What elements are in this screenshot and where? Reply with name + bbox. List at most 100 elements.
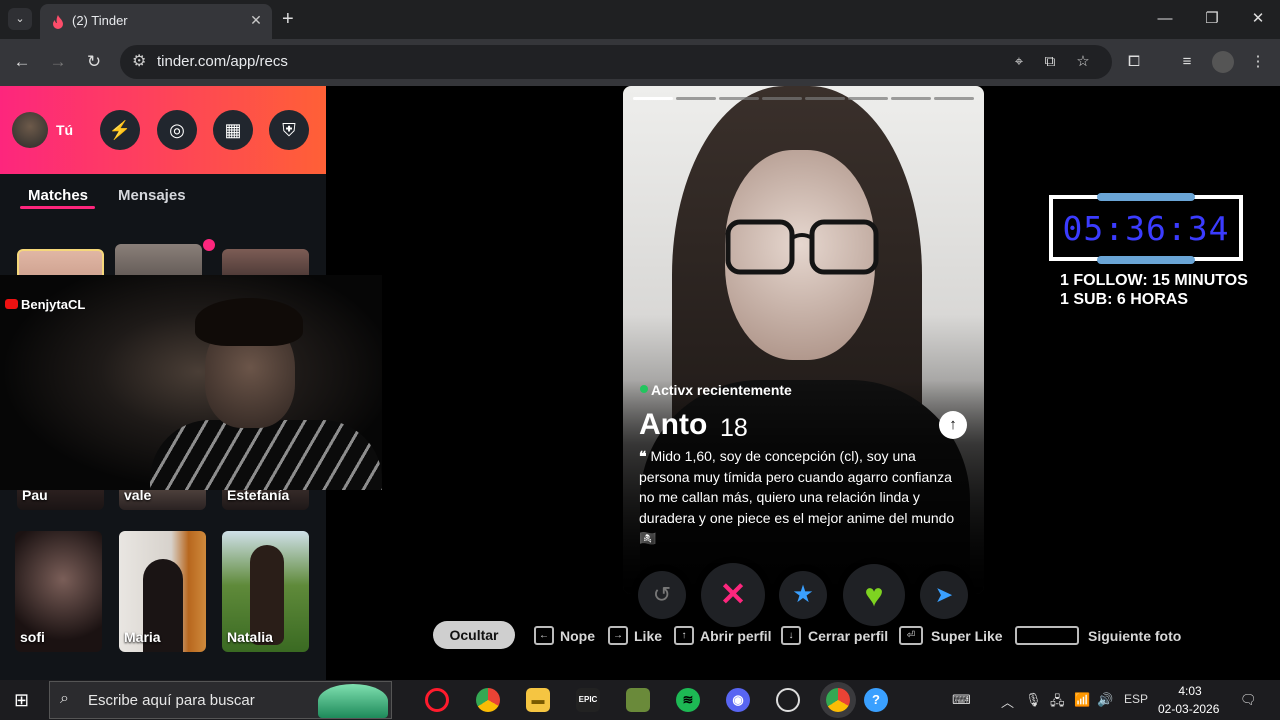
timer-bar-top — [1097, 193, 1195, 201]
minimize-icon[interactable]: — — [1150, 8, 1180, 30]
photo-indicator[interactable] — [676, 97, 716, 100]
site-info-icon[interactable]: ⚙ — [132, 51, 146, 71]
search-placeholder: Escribe aquí para buscar — [88, 692, 255, 709]
left-arrow-key-icon: ← — [534, 626, 554, 645]
match-name: sofi — [20, 629, 45, 645]
epic-games-icon[interactable]: EPIC — [576, 688, 600, 712]
tray-chevron-icon[interactable]: ︿ — [1001, 692, 1014, 711]
new-tab-icon[interactable]: + — [282, 7, 294, 31]
volume-icon[interactable]: 🔊 — [1097, 692, 1113, 708]
photo-indicator[interactable] — [805, 97, 845, 100]
tab-mensajes[interactable]: Mensajes — [118, 187, 186, 204]
help-icon[interactable]: ? — [864, 688, 888, 712]
close-window-icon[interactable]: ✕ — [1243, 8, 1273, 30]
forward-icon[interactable]: → — [46, 51, 70, 73]
right-arrow-key-icon: → — [608, 626, 628, 645]
boost-icon[interactable]: ⚡ — [100, 110, 140, 150]
photo-indicator[interactable] — [848, 97, 888, 100]
bio-text: Mido 1,60, soy de concepción (cl), soy u… — [639, 448, 955, 546]
file-explorer-icon[interactable]: ▬ — [526, 688, 550, 712]
taskbar-search[interactable]: ⌕ Escribe aquí para buscar — [49, 681, 392, 719]
opera-icon[interactable] — [425, 688, 449, 712]
match-name: Maria — [124, 629, 161, 645]
search-icon: ⌕ — [60, 690, 69, 707]
profile-bio: ❝ Mido 1,60, soy de concepción (cl), soy… — [639, 446, 969, 549]
match-name: Natalia — [227, 629, 273, 645]
photo-indicator[interactable] — [762, 97, 802, 100]
photo-indicator[interactable] — [719, 97, 759, 100]
tab-matches[interactable]: Matches — [28, 187, 88, 204]
media-control-icon[interactable]: ≡ — [1176, 52, 1198, 72]
profile-name: Anto — [639, 408, 708, 441]
search-highlight-image — [318, 684, 388, 718]
reload-icon[interactable]: ↻ — [82, 51, 106, 73]
shortcut-nope: Nope — [560, 628, 595, 644]
super-like-button[interactable]: ★ — [779, 571, 827, 619]
boost-send-button[interactable]: ➤ — [920, 571, 968, 619]
profile-avatar-icon[interactable] — [1212, 51, 1234, 73]
photo-glasses — [725, 219, 879, 275]
photo-indicator[interactable] — [633, 97, 673, 100]
network-wifi-icon[interactable]: 📶 — [1074, 692, 1090, 708]
shortcut-like: Like — [634, 628, 663, 644]
like-button[interactable]: ♥ — [843, 564, 905, 626]
obs-icon[interactable] — [776, 688, 800, 712]
notifications-icon[interactable]: 🗨 — [1240, 692, 1257, 708]
address-bar[interactable]: ⚙ tinder.com/app/recs — [120, 45, 1112, 79]
timer-bar-bottom — [1097, 256, 1195, 264]
extensions-icon[interactable]: ⧠ — [1123, 52, 1145, 72]
windows-start-icon[interactable]: ⊞ — [14, 690, 29, 711]
clock-time[interactable]: 4:03 — [1175, 684, 1205, 698]
network-icon[interactable]: 🖧 — [1050, 692, 1065, 714]
quote-icon: ❝ — [639, 448, 651, 464]
chrome-active-icon[interactable] — [826, 688, 850, 712]
safety-shield-icon[interactable]: ⛨ — [269, 110, 309, 150]
back-icon[interactable]: ← — [10, 51, 34, 73]
user-label[interactable]: Tú — [56, 122, 73, 138]
match-card[interactable]: Maria — [119, 531, 206, 652]
sub-rule: 1 SUB: 6 HORAS — [1060, 291, 1189, 308]
up-arrow-key-icon: ↑ — [674, 626, 694, 645]
open-profile-arrow-icon[interactable]: ↑ — [939, 411, 967, 439]
close-tab-icon[interactable]: ✕ — [246, 10, 266, 30]
follow-rule: 1 FOLLOW: 15 MINUTOS — [1060, 272, 1248, 289]
photo-indicator[interactable] — [891, 97, 931, 100]
hide-shortcuts-button[interactable]: Ocultar — [433, 621, 515, 649]
nope-button[interactable]: ✕ — [701, 563, 765, 627]
space-key-icon — [1015, 626, 1079, 645]
microphone-icon[interactable]: 🎙 — [1025, 692, 1042, 708]
youtube-icon — [5, 299, 18, 309]
browser-tab[interactable]: (2) Tinder ✕ — [40, 4, 272, 39]
photo-indicator[interactable] — [934, 97, 974, 100]
tinder-flame-icon — [53, 15, 63, 29]
restore-icon[interactable]: ❐ — [1197, 8, 1227, 30]
down-arrow-key-icon: ↓ — [781, 626, 801, 645]
spotify-icon[interactable]: ≋ — [676, 688, 700, 712]
language-indicator[interactable]: ESP — [1124, 692, 1148, 706]
active-tab-underline — [20, 206, 95, 209]
active-status: Activx recientemente — [651, 382, 792, 398]
location-icon[interactable]: ⌖ — [1008, 52, 1030, 72]
keyboard-icon[interactable]: ⌨ — [952, 692, 971, 708]
chrome-icon[interactable] — [476, 688, 500, 712]
match-card[interactable]: Natalia — [222, 531, 309, 652]
install-app-icon[interactable]: ⧉ — [1039, 52, 1061, 72]
briefcase-icon[interactable]: ▦ — [213, 110, 253, 150]
new-match-dot — [203, 239, 215, 251]
discord-icon[interactable]: ◉ — [726, 688, 750, 712]
clock-date[interactable]: 02-03-2026 — [1158, 702, 1219, 716]
channel-name: BenjytaCL — [21, 297, 86, 312]
explore-compass-icon[interactable]: ◎ — [157, 110, 197, 150]
browser-menu-icon[interactable]: ⋮ — [1247, 52, 1269, 72]
rewind-button[interactable]: ↺ — [638, 571, 686, 619]
webcam-shirt — [150, 420, 382, 490]
minecraft-icon[interactable] — [626, 688, 650, 712]
bookmark-star-icon[interactable]: ☆ — [1072, 52, 1094, 72]
user-avatar[interactable] — [12, 112, 48, 148]
tab-search-icon[interactable]: ⌄ — [8, 8, 32, 30]
match-card[interactable]: sofi — [15, 531, 102, 652]
shortcut-superlike: Super Like — [931, 628, 1003, 644]
enter-key-icon: ⏎ — [899, 626, 923, 645]
shortcut-next: Siguiente foto — [1088, 628, 1182, 644]
active-status-dot — [640, 385, 648, 393]
